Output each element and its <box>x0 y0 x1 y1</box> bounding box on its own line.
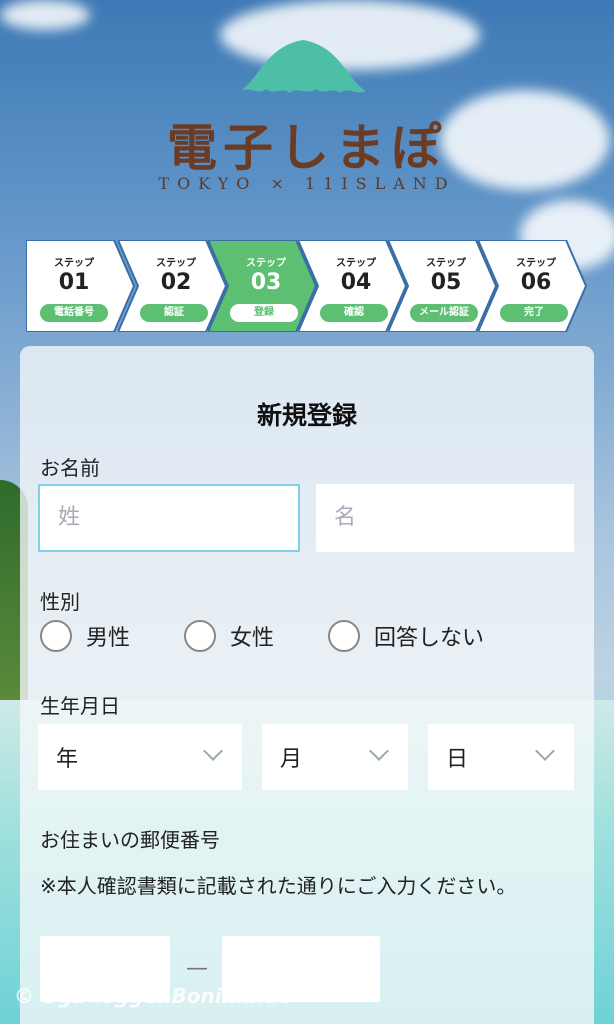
step-number: 01 <box>58 270 90 295</box>
radio-circle-icon <box>40 620 72 652</box>
gender-radio-male[interactable]: 男性 <box>40 620 130 652</box>
birth-day-value: 日 <box>446 747 469 772</box>
step-pill: 登録 <box>230 304 298 322</box>
first-name-placeholder: 名 <box>334 505 357 530</box>
watermark: © Oga-logger.Bonin.blue <box>14 984 293 1008</box>
zip-dash: — <box>186 956 208 981</box>
radio-circle-icon <box>328 620 360 652</box>
name-label: お名前 <box>40 456 100 480</box>
birth-year-value: 年 <box>56 747 79 772</box>
gender-option-label: 回答しない <box>374 626 485 651</box>
first-name-input[interactable]: 名 <box>316 484 574 552</box>
step-pill: メール認証 <box>410 304 478 322</box>
birthdate-label: 生年月日 <box>40 694 120 718</box>
page-title: 新規登録 <box>256 401 357 430</box>
step-label: ステップ <box>54 258 94 269</box>
step-pill: 確認 <box>320 304 388 322</box>
gender-label: 性別 <box>40 590 80 614</box>
zip-note: ※本人確認書類に記載された通りにご入力ください。 <box>40 874 517 898</box>
birth-month-select[interactable]: 月 <box>262 724 408 790</box>
step-number: 06 <box>520 270 552 295</box>
step-pill: 完了 <box>500 304 568 322</box>
last-name-input[interactable]: 姓 <box>38 484 300 552</box>
gender-option-label: 男性 <box>86 626 131 651</box>
island-logo-icon <box>240 40 366 93</box>
zip-label: お住まいの郵便番号 <box>40 828 220 852</box>
step-label: ステップ <box>516 258 556 269</box>
step-progress: ステップ 01 電話番号 ステップ 02 認証 ステップ 03 登録 ステップ … <box>26 240 588 332</box>
birth-month-value: 月 <box>280 747 303 772</box>
logo-title: 電子しまぽ <box>167 118 447 177</box>
step-pill: 電話番号 <box>40 304 108 322</box>
last-name-placeholder: 姓 <box>58 505 81 530</box>
gender-radio-female[interactable]: 女性 <box>184 620 274 652</box>
step-06: ステップ 06 完了 <box>478 240 588 332</box>
chevron-down-icon <box>535 741 555 761</box>
radio-circle-icon <box>184 620 216 652</box>
birth-year-select[interactable]: 年 <box>38 724 242 790</box>
gender-option-label: 女性 <box>230 626 275 651</box>
chevron-down-icon <box>369 741 389 761</box>
step-pill: 認証 <box>140 304 208 322</box>
logo: 電子しまぽ TOKYO × 11ISLAND <box>0 0 614 230</box>
gender-radio-no-answer[interactable]: 回答しない <box>328 620 484 652</box>
registration-card <box>20 346 594 1024</box>
birth-day-select[interactable]: 日 <box>428 724 574 790</box>
chevron-down-icon <box>203 741 223 761</box>
logo-subtitle: TOKYO × 11ISLAND <box>158 174 456 193</box>
